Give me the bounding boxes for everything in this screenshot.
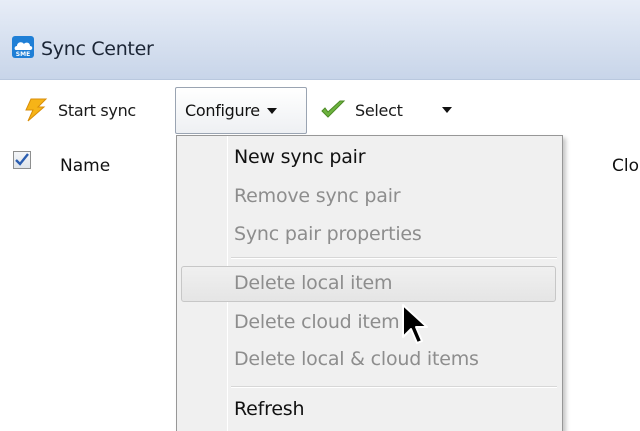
start-sync-label: Start sync bbox=[58, 100, 136, 120]
menu-separator bbox=[231, 257, 557, 258]
menu-item-delete-local-and-cloud-items[interactable]: Delete local & cloud items bbox=[234, 348, 479, 370]
menu-item-refresh[interactable]: Refresh bbox=[234, 398, 305, 420]
configure-label: Configure bbox=[185, 101, 260, 120]
select-button[interactable]: Select bbox=[320, 95, 403, 125]
configure-button[interactable]: Configure bbox=[175, 87, 307, 134]
start-sync-button[interactable]: Start sync bbox=[22, 95, 136, 125]
menu-separator bbox=[231, 386, 557, 387]
chevron-down-icon bbox=[266, 107, 277, 114]
sme-cloud-app-icon: SME bbox=[12, 36, 34, 58]
chevron-down-icon bbox=[442, 107, 452, 113]
check-icon bbox=[15, 153, 29, 166]
menu-item-sync-pair-properties[interactable]: Sync pair properties bbox=[234, 223, 422, 245]
mouse-pointer-icon bbox=[402, 304, 428, 344]
select-all-checkbox[interactable] bbox=[13, 151, 31, 169]
menu-item-remove-sync-pair[interactable]: Remove sync pair bbox=[234, 185, 401, 207]
checkmark-icon bbox=[321, 100, 346, 118]
column-header-cloud[interactable]: Clo bbox=[612, 156, 639, 176]
column-header-name[interactable]: Name bbox=[60, 156, 110, 176]
select-dropdown-button[interactable] bbox=[442, 95, 452, 125]
svg-text:SME: SME bbox=[16, 51, 30, 58]
menu-item-delete-cloud-item[interactable]: Delete cloud item bbox=[234, 311, 400, 333]
window-title: Sync Center bbox=[41, 38, 154, 60]
menu-item-delete-local-item[interactable]: Delete local item bbox=[234, 272, 393, 294]
lightning-icon bbox=[25, 98, 48, 122]
menu-item-new-sync-pair[interactable]: New sync pair bbox=[234, 146, 366, 168]
select-label: Select bbox=[355, 100, 403, 120]
